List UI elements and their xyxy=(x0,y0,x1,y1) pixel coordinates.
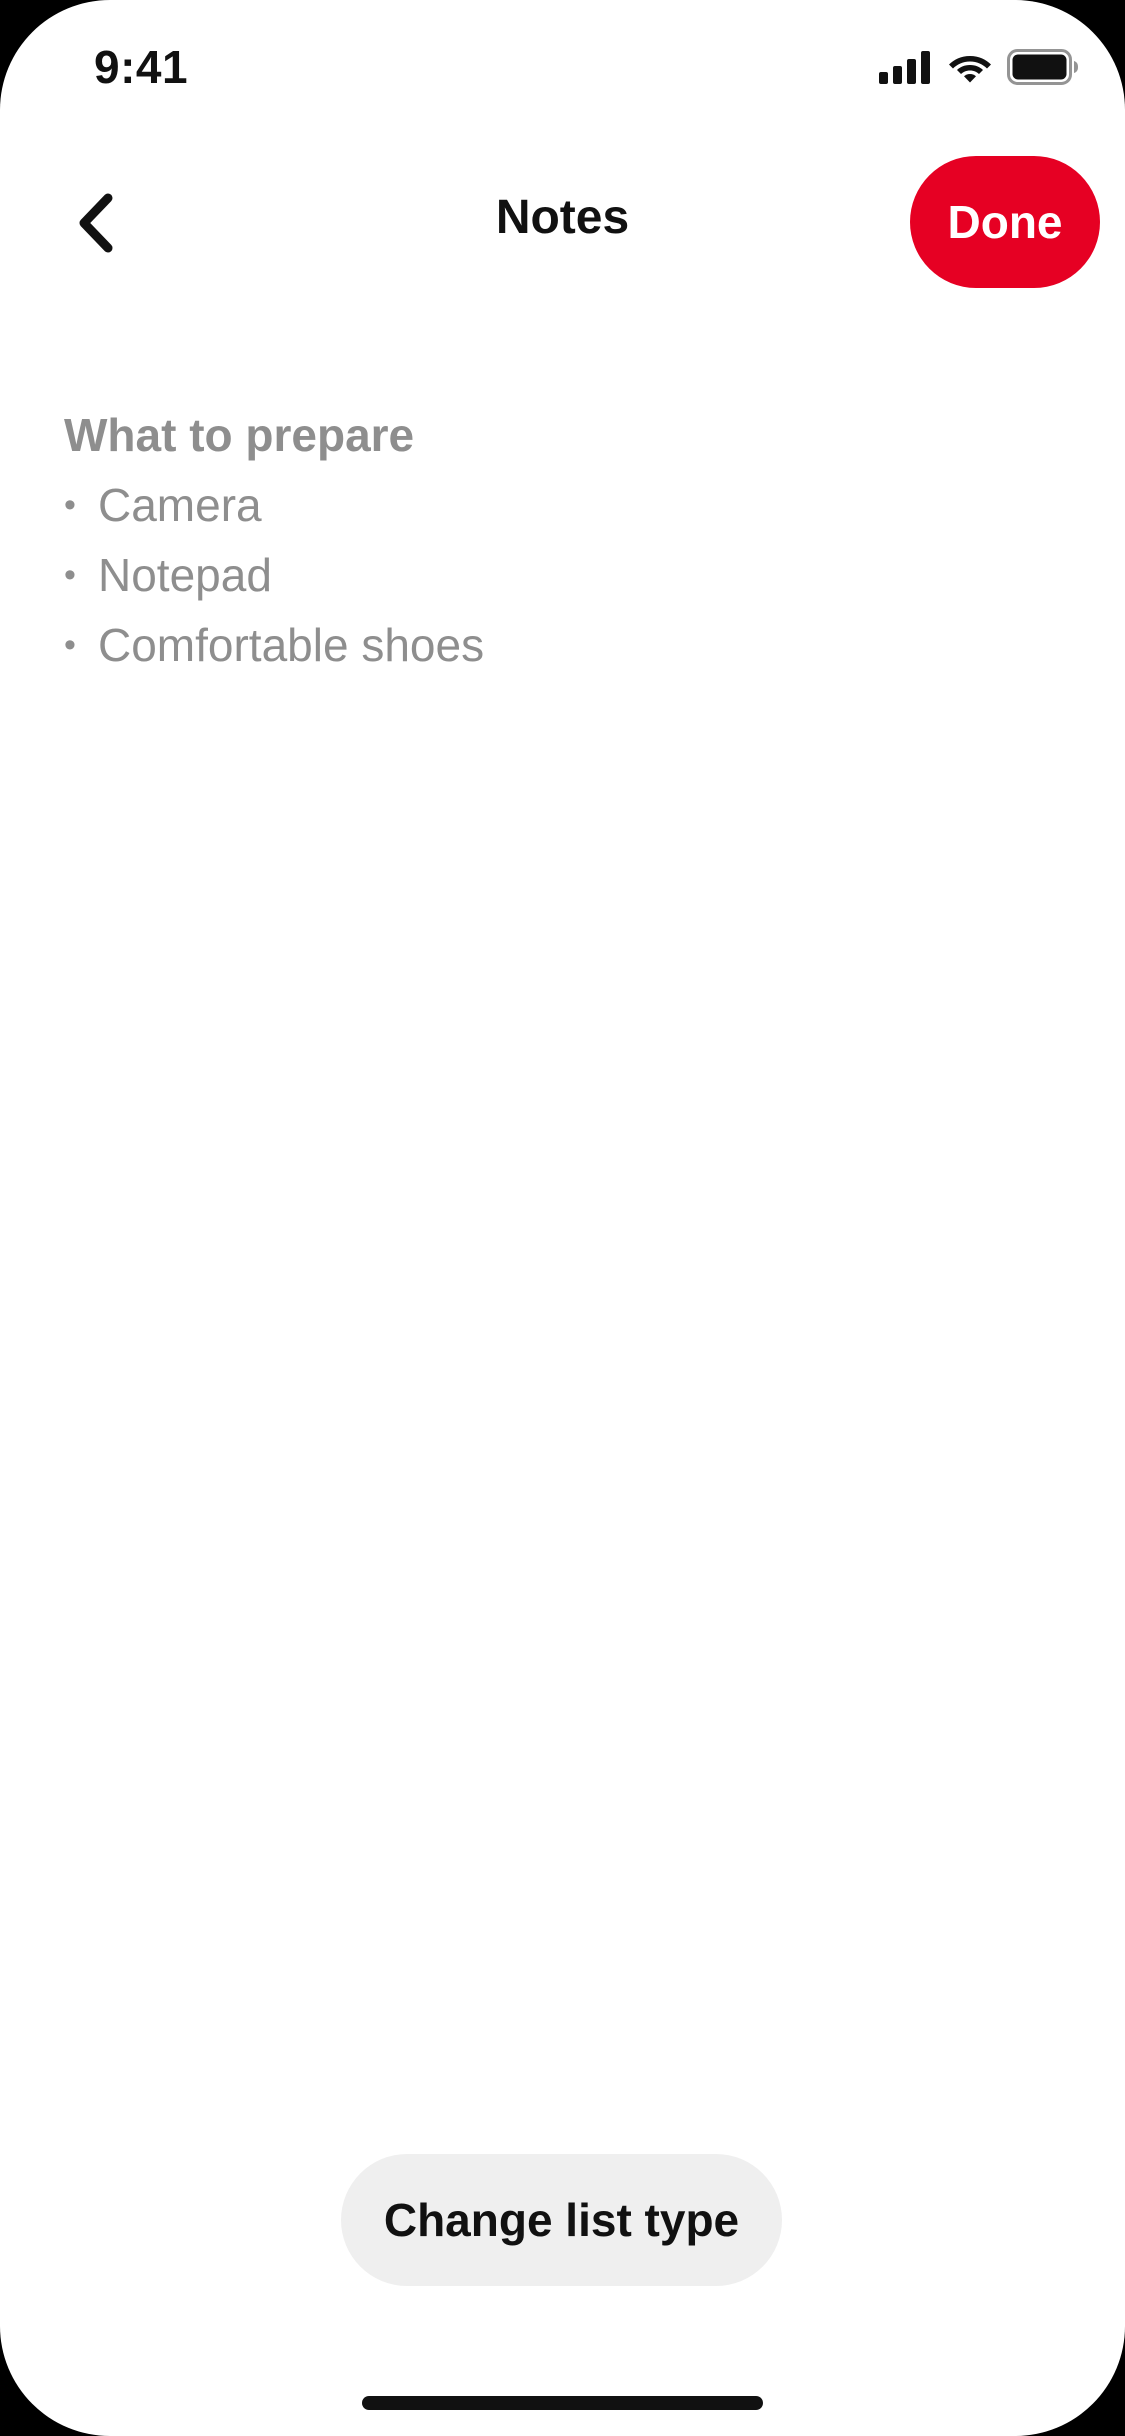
status-time: 9:41 xyxy=(94,41,189,93)
bullet-icon: • xyxy=(64,556,76,594)
list-item-text: Notepad xyxy=(98,549,272,601)
note-heading: What to prepare xyxy=(64,409,415,461)
change-list-type-button[interactable]: Change list type xyxy=(341,2154,782,2286)
bullet-icon: • xyxy=(64,626,76,664)
wifi-icon xyxy=(947,50,993,89)
bullet-icon: • xyxy=(64,486,76,524)
status-icons xyxy=(879,48,1079,90)
list-item-text: Comfortable shoes xyxy=(98,619,485,671)
list-item: • Comfortable shoes xyxy=(64,610,1064,680)
cellular-signal-icon xyxy=(879,50,933,89)
notes-screen: 9:41 Notes Done What to prepare • Camera… xyxy=(0,0,1125,2436)
list-item: • Notepad xyxy=(64,540,1064,610)
done-button[interactable]: Done xyxy=(910,156,1100,288)
list-item: • Camera xyxy=(64,470,1064,540)
note-text-area[interactable]: What to prepare • Camera • Notepad • Com… xyxy=(64,400,1064,680)
list-item-text: Camera xyxy=(98,479,262,531)
note-bullet-list: • Camera • Notepad • Comfortable shoes xyxy=(64,470,1064,680)
battery-icon xyxy=(1007,48,1079,90)
home-indicator xyxy=(362,2396,763,2410)
